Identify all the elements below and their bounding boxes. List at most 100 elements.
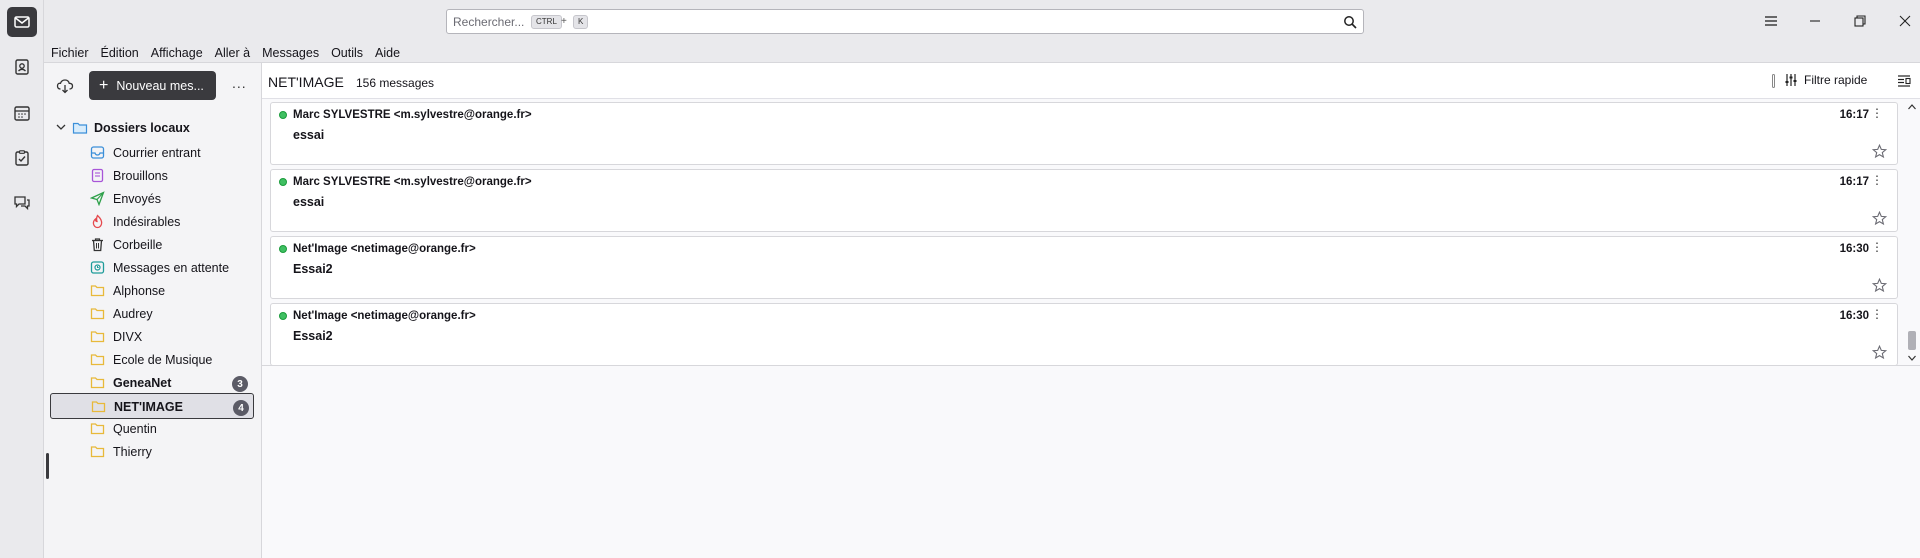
- display-options-icon[interactable]: [1896, 73, 1912, 89]
- address-book-icon: [15, 59, 29, 75]
- trash-icon: [92, 238, 103, 252]
- menu-affichage[interactable]: Affichage: [151, 46, 203, 60]
- folder-icon: [91, 401, 106, 413]
- folder-pane-more-button[interactable]: ...: [232, 75, 247, 91]
- spaces-toolbar: [0, 0, 44, 558]
- star-icon[interactable]: [1872, 278, 1887, 293]
- message-subject: Essai2: [293, 262, 333, 276]
- calendar-space-button[interactable]: [7, 98, 37, 128]
- menu-aller-a[interactable]: Aller à: [215, 46, 250, 60]
- folder-icon: [90, 285, 105, 297]
- unread-dot-icon: [279, 178, 287, 186]
- more-options-icon[interactable]: ⋮: [1871, 308, 1883, 320]
- filter-toggle-indicator: [1772, 74, 1775, 88]
- unread-count-badge: 4: [233, 400, 249, 416]
- unread-dot-icon: [279, 245, 287, 253]
- hamburger-icon: [1765, 16, 1777, 26]
- outbox-icon: [90, 261, 105, 274]
- selection-marker: [46, 453, 49, 479]
- more-options-icon[interactable]: ⋮: [1871, 241, 1883, 253]
- restore-button[interactable]: [1849, 10, 1871, 32]
- drafts-icon: [91, 168, 104, 183]
- message-card[interactable]: Marc SYLVESTRE <m.sylvestre@orange.fr> e…: [270, 102, 1898, 165]
- message-cards: Marc SYLVESTRE <m.sylvestre@orange.fr> e…: [270, 102, 1898, 366]
- message-card[interactable]: Net'Image <netimage@orange.fr> Essai2 16…: [270, 236, 1898, 299]
- folder-label: Thierry: [113, 445, 152, 459]
- local-folders-root[interactable]: Dossiers locaux: [44, 118, 262, 138]
- folder-pane-header: + Nouveau mes... ...: [44, 63, 262, 109]
- message-card[interactable]: Marc SYLVESTRE <m.sylvestre@orange.fr> e…: [270, 169, 1898, 232]
- folder-label: DIVX: [113, 330, 143, 344]
- chat-icon: [14, 196, 30, 211]
- folder-icon: [90, 446, 105, 458]
- chat-space-button[interactable]: [7, 188, 37, 218]
- minimize-button[interactable]: [1804, 10, 1826, 32]
- search-icon[interactable]: [1343, 15, 1357, 29]
- folder-thierry[interactable]: Thierry: [44, 439, 262, 465]
- scroll-up-icon[interactable]: [1907, 102, 1917, 112]
- folder-icon: [90, 331, 105, 343]
- menu-messages[interactable]: Messages: [262, 46, 319, 60]
- folder-label: Brouillons: [113, 169, 168, 183]
- folder-icon: [90, 423, 105, 435]
- star-icon[interactable]: [1872, 211, 1887, 226]
- folder-label: Courrier entrant: [113, 146, 201, 160]
- message-subject: essai: [293, 128, 325, 142]
- more-options-icon[interactable]: ⋮: [1871, 174, 1883, 186]
- address-book-space-button[interactable]: [7, 52, 37, 82]
- search-box[interactable]: Rechercher... CTRL + K: [446, 9, 1364, 34]
- get-messages-icon[interactable]: [56, 77, 74, 95]
- folder-label: Ecole de Musique: [113, 353, 213, 367]
- message-sender: Marc SYLVESTRE <m.sylvestre@orange.fr>: [293, 176, 532, 188]
- message-sender: Marc SYLVESTRE <m.sylvestre@orange.fr>: [293, 109, 532, 121]
- shortcut-key-ctrl: CTRL: [531, 15, 562, 29]
- menu-aide[interactable]: Aide: [375, 46, 400, 60]
- shortcut-plus: +: [561, 16, 567, 27]
- close-icon: [1899, 15, 1911, 27]
- junk-icon: [92, 214, 103, 229]
- menu-outils[interactable]: Outils: [331, 46, 363, 60]
- message-list-pane: NET'IMAGE 156 messages Filtre rapide Mar…: [262, 63, 1920, 558]
- more-options-icon[interactable]: ⋮: [1871, 107, 1883, 119]
- folder-label: Indésirables: [113, 215, 181, 229]
- mail-icon: [14, 16, 30, 28]
- scroll-down-icon[interactable]: [1907, 353, 1917, 363]
- message-sender: Net'Image <netimage@orange.fr>: [293, 310, 476, 322]
- folder-label: GeneaNet: [113, 376, 172, 390]
- menu-fichier[interactable]: Fichier: [51, 46, 89, 60]
- chevron-down-icon[interactable]: [55, 121, 67, 133]
- message-card[interactable]: Net'Image <netimage@orange.fr> Essai2 16…: [270, 303, 1898, 366]
- sent-icon: [90, 191, 105, 206]
- menu-edition[interactable]: Édition: [101, 46, 139, 60]
- search-placeholder[interactable]: Rechercher...: [453, 15, 524, 29]
- tasks-space-button[interactable]: [7, 143, 37, 173]
- app-menu-button[interactable]: [1760, 10, 1782, 32]
- star-icon[interactable]: [1872, 144, 1887, 159]
- shortcut-key-k: K: [573, 15, 589, 29]
- message-list-header: NET'IMAGE 156 messages Filtre rapide: [262, 63, 1920, 99]
- quick-filter-button[interactable]: Filtre rapide: [1784, 73, 1867, 87]
- menu-bar: Fichier Édition Affichage Aller à Messag…: [44, 43, 1920, 63]
- folder-icon: [90, 354, 105, 366]
- close-button[interactable]: [1894, 10, 1916, 32]
- folder-label: NET'IMAGE: [114, 400, 183, 414]
- message-list-scrollbar[interactable]: [1905, 102, 1919, 364]
- sliders-icon: [1785, 74, 1797, 86]
- folder-icon: [90, 377, 105, 389]
- message-sender: Net'Image <netimage@orange.fr>: [293, 243, 476, 255]
- mail-space-button[interactable]: [7, 7, 37, 37]
- unread-dot-icon: [279, 111, 287, 119]
- folder-icon: [90, 308, 105, 320]
- message-subject: essai: [293, 195, 325, 209]
- message-time: 16:17: [1839, 176, 1869, 188]
- inbox-icon: [90, 146, 105, 159]
- unread-count-badge: 3: [232, 376, 248, 392]
- folder-label: Alphonse: [113, 284, 166, 298]
- folder-pane: + Nouveau mes... ... Dossiers locaux Cou…: [44, 63, 262, 558]
- star-icon[interactable]: [1872, 345, 1887, 360]
- folder-label: Corbeille: [113, 238, 163, 252]
- restore-icon: [1854, 15, 1866, 27]
- new-message-button[interactable]: + Nouveau mes...: [89, 71, 216, 100]
- tasks-icon: [15, 150, 29, 166]
- scroll-thumb[interactable]: [1908, 331, 1916, 350]
